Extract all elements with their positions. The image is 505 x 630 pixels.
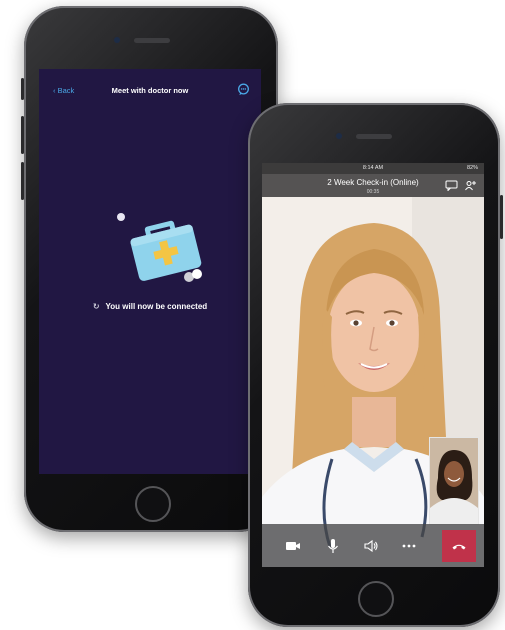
video-call-screen: 8:14 AM 82% 2 Week Check-in (Online) 00:…: [262, 163, 484, 567]
speaker-icon: [364, 539, 378, 553]
volume-up-button: [21, 116, 24, 154]
earpiece-speaker: [356, 134, 392, 139]
home-button[interactable]: [358, 581, 394, 617]
status-time: 8:14 AM: [362, 165, 384, 171]
participants-icon[interactable]: [464, 180, 477, 191]
mute-button[interactable]: [322, 536, 344, 556]
page-title: Meet with doctor now: [111, 86, 189, 95]
more-options-icon: [402, 544, 416, 548]
phone-video-call: 8:14 AM 82% 2 Week Check-in (Online) 00:…: [248, 103, 503, 627]
call-controls-bar: [262, 524, 484, 567]
self-view-video[interactable]: [429, 437, 479, 525]
phone-doctor-app: ‹ Back Meet with doctor now ↻ You will no…: [21, 6, 278, 532]
loading-spinner-icon: ↻: [92, 302, 100, 311]
medical-kit-icon: [117, 213, 202, 282]
microphone-icon: [328, 539, 338, 553]
video-toggle-button[interactable]: [282, 536, 304, 556]
home-button[interactable]: [135, 486, 171, 522]
battery-indicator: 82%: [466, 165, 478, 171]
status-bar: 8:14 AM 82%: [262, 163, 484, 174]
power-button: [500, 195, 503, 239]
call-title-bar: 2 Week Check-in (Online) 00:35: [262, 174, 484, 197]
end-call-button[interactable]: [442, 530, 476, 562]
chat-icon[interactable]: [237, 83, 250, 96]
speaker-button[interactable]: [360, 536, 382, 556]
app-header: ‹ Back Meet with doctor now: [39, 69, 261, 113]
connecting-text: You will now be connected: [105, 302, 208, 311]
front-camera: [336, 133, 342, 139]
doctor-app-screen: ‹ Back Meet with doctor now ↻ You will no…: [39, 69, 261, 474]
front-camera: [114, 37, 120, 43]
earpiece-speaker: [134, 38, 170, 43]
connecting-message: ↻ You will now be connected: [39, 302, 261, 311]
mute-switch: [21, 78, 24, 100]
chat-icon[interactable]: [445, 180, 458, 191]
volume-down-button: [21, 162, 24, 200]
more-options-button[interactable]: [398, 536, 420, 556]
end-call-icon: [452, 544, 466, 550]
video-camera-icon: [286, 542, 300, 550]
